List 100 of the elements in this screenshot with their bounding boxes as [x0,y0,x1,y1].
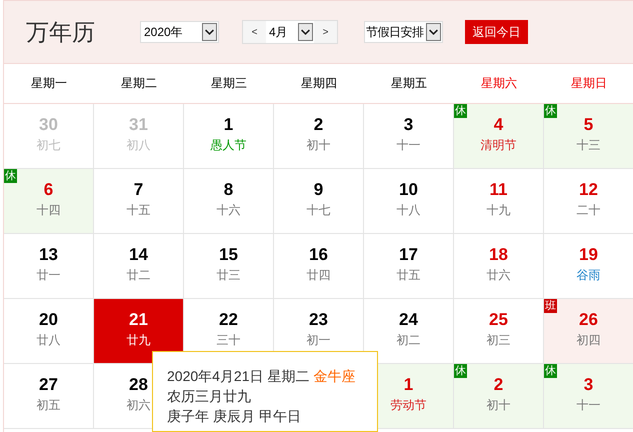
day-number: 31 [129,115,148,135]
weekday-label: 星期日 [571,75,607,92]
page-title: 万年历 [26,18,96,46]
weekday-label: 星期二 [121,75,157,92]
day-cell[interactable]: 休 5 十三 [544,104,633,169]
lunar-date: 十九 [486,203,510,217]
lunar-date: 廿九 [126,333,150,347]
day-number: 2 [494,375,504,395]
day-number: 17 [399,245,418,265]
day-badge: 休 [4,169,17,183]
weekday-label: 星期四 [301,75,337,92]
day-number: 24 [399,310,418,330]
lunar-date: 初六 [126,398,150,412]
weekday-label: 星期一 [31,75,67,92]
lunar-date: 初五 [36,398,60,412]
lunar-date: 初四 [576,333,600,347]
day-number: 6 [44,180,54,200]
day-number: 14 [129,245,148,265]
day-cell[interactable]: 11 十九 [454,169,544,234]
day-number: 27 [39,375,58,395]
day-cell[interactable]: 休 3 十一 [544,364,633,429]
day-number: 19 [579,245,598,265]
lunar-date: 二十 [576,203,600,217]
weekday-label: 星期五 [391,75,427,92]
day-cell[interactable]: 1 愚人节 [184,104,274,169]
lunar-date: 十五 [126,203,150,217]
day-number: 1 [224,115,234,135]
lunar-date: 初一 [306,333,330,347]
day-cell[interactable]: 10 十八 [364,169,454,234]
day-number: 13 [39,245,58,265]
lunar-date: 愚人节 [210,138,246,152]
day-number: 21 [129,310,148,330]
day-cell[interactable]: 休 6 十四 [4,169,94,234]
day-cell[interactable]: 18 廿六 [454,234,544,299]
weekday-label: 星期六 [481,75,517,92]
lunar-date: 谷雨 [576,268,600,282]
lunar-date: 初七 [36,138,60,152]
lunar-date: 廿一 [36,268,60,282]
lunar-date: 廿五 [396,268,420,282]
day-number: 26 [579,310,598,330]
day-number: 25 [489,310,508,330]
day-cell[interactable]: 休 4 清明节 [454,104,544,169]
day-cell[interactable]: 15 廿三 [184,234,274,299]
lunar-date: 初十 [306,138,330,152]
lunar-date: 劳动节 [390,398,426,412]
weekday-label: 星期三 [211,75,247,92]
today-button[interactable]: 返回今日 [465,20,528,44]
lunar-date: 廿六 [486,268,510,282]
day-number: 11 [490,180,508,200]
lunar-date: 三十 [216,333,240,347]
lunar-date: 廿八 [36,333,60,347]
lunar-date: 廿二 [126,268,150,282]
zodiac-sign: 金牛座 [313,368,356,384]
day-number: 2 [314,115,324,135]
day-number: 18 [489,245,508,265]
day-badge: 休 [454,364,467,378]
day-cell[interactable]: 13 廿一 [4,234,94,299]
year-select[interactable]: 2020年 [140,21,219,43]
day-cell[interactable]: 17 廿五 [364,234,454,299]
day-number: 22 [219,310,238,330]
day-number: 1 [404,375,414,395]
holiday-select[interactable]: 节假日安排 [364,21,443,43]
day-badge: 休 [454,104,467,118]
day-number: 7 [134,180,144,200]
day-number: 16 [309,245,328,265]
day-number: 4 [494,115,504,135]
day-cell[interactable]: 7 十五 [94,169,184,234]
day-number: 30 [39,115,58,135]
day-cell[interactable]: 9 十七 [274,169,364,234]
day-badge: 班 [544,299,557,313]
day-number: 12 [579,180,598,200]
chevron-down-icon[interactable] [202,23,217,41]
day-number: 28 [129,375,148,395]
lunar-date: 初二 [396,333,420,347]
lunar-date: 十一 [576,398,600,412]
lunar-date: 初八 [126,138,150,152]
lunar-date: 十四 [36,203,60,217]
day-number: 5 [584,115,594,135]
day-cell[interactable]: 班 26 初四 [544,299,633,364]
day-number: 23 [309,310,328,330]
day-number: 8 [224,180,234,200]
day-badge: 休 [544,364,557,378]
lunar-date: 十六 [216,203,240,217]
day-number: 3 [584,375,594,395]
day-cell[interactable]: 21 廿九 [94,299,184,364]
day-cell[interactable]: 16 廿四 [274,234,364,299]
lunar-date: 清明节 [480,138,516,152]
day-cell[interactable]: 27 初五 [4,364,94,429]
day-cell[interactable]: 2 初十 [274,104,364,169]
day-cell[interactable]: 12 二十 [544,169,633,234]
lunar-date: 十八 [396,203,420,217]
day-number: 9 [314,180,324,200]
day-number: 10 [399,180,418,200]
day-cell[interactable]: 8 十六 [184,169,274,234]
day-number: 20 [39,310,58,330]
day-cell[interactable]: 休 2 初十 [454,364,544,429]
lunar-date: 初三 [486,333,510,347]
lunar-date: 十七 [306,203,330,217]
chevron-down-icon[interactable] [426,23,441,41]
lunar-date: 初十 [486,398,510,412]
